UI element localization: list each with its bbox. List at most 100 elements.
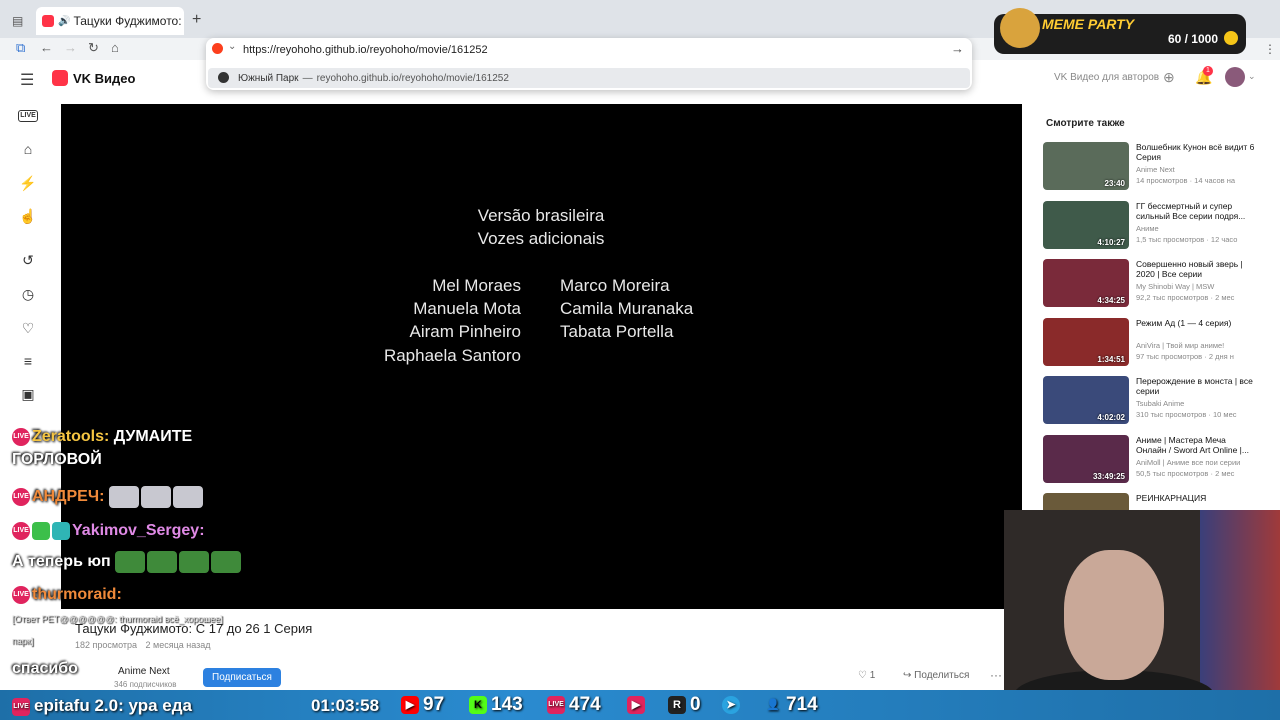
pepe-emote-icon bbox=[179, 551, 210, 573]
share-icon: ↪ bbox=[903, 670, 912, 681]
forward-icon[interactable]: → bbox=[64, 40, 77, 55]
chevron-down-icon[interactable]: ⌄ bbox=[228, 41, 236, 52]
lightning-icon[interactable]: ⚡ bbox=[18, 175, 38, 192]
video-date: 2 месяца назад bbox=[145, 640, 211, 650]
credit-right-2: Camila Muranaka bbox=[560, 299, 694, 318]
chat-nick: Zeratools: bbox=[32, 428, 110, 446]
url-input[interactable]: https://reyohoho.github.io/reyohoho/movi… bbox=[243, 44, 488, 56]
live-badge-icon: LIVE bbox=[12, 522, 30, 540]
suggestion-url: reyohoho.github.io/reyohoho/movie/161252 bbox=[316, 72, 509, 84]
doge-icon bbox=[1000, 8, 1040, 48]
ticker-text: ура еда bbox=[128, 696, 192, 715]
chat-reply: [Ответ PET@@@@@@: thurmoraid всё_хорошее… bbox=[12, 614, 223, 624]
like-button[interactable]: ♡ 1 bbox=[858, 670, 875, 681]
video-player[interactable]: Versão brasileira Vozes adicionais Mel M… bbox=[61, 104, 1022, 609]
video-meta: 182 просмотра 2 месяца назад bbox=[75, 640, 211, 650]
badge-icon bbox=[32, 522, 50, 540]
like-count: 1 bbox=[869, 670, 876, 681]
recommendation-title[interactable]: Аниме | Мастера Меча Онлайн / Sword Art … bbox=[1136, 435, 1256, 455]
chat-line: LIVE thurmoraid: bbox=[12, 586, 122, 604]
more-icon[interactable]: ··· bbox=[990, 668, 1002, 682]
recommendation-item[interactable]: 4:10:27 ГГ бессмертный и супер сильный Вс… bbox=[1043, 200, 1258, 251]
browser-tab[interactable]: 🔊 Тацуки Фуджимото: С 17 д ✕ bbox=[36, 7, 184, 35]
add-video-icon[interactable]: ⊕ bbox=[1163, 69, 1175, 86]
total-viewers: 👤 714 bbox=[764, 694, 818, 716]
video-duration: 23:40 bbox=[1104, 179, 1125, 188]
recommendation-title[interactable]: РЕИНКАРНАЦИЯ bbox=[1136, 493, 1256, 503]
home-icon[interactable]: ⌂ bbox=[18, 141, 38, 157]
heart-icon[interactable]: ♡ bbox=[18, 320, 38, 337]
vkvideo-icon: ▶ bbox=[627, 695, 645, 714]
menu-icon[interactable]: ☰ bbox=[20, 70, 34, 90]
watch-later-icon[interactable]: ◷ bbox=[18, 286, 38, 303]
speaker-icon[interactable]: 🔊 bbox=[58, 16, 70, 27]
credit-left-4: Raphaela Santoro bbox=[383, 346, 521, 365]
avatar-chevron-icon[interactable]: ⌄ bbox=[1248, 71, 1256, 82]
streamer-face bbox=[1064, 550, 1164, 680]
sidebar-toggle-icon[interactable]: ▤ bbox=[12, 14, 23, 28]
home-icon[interactable]: ⌂ bbox=[111, 40, 119, 55]
recommendation-meta: 1,5 тыс просмотров · 12 часо bbox=[1136, 234, 1238, 244]
chat-line: LIVE АНДРЕЧ: bbox=[12, 486, 205, 508]
playlist-icon[interactable]: ≡ bbox=[18, 353, 38, 369]
meme-party-title: MEME PARTY bbox=[1042, 16, 1135, 32]
pepe-emote-icon bbox=[115, 551, 146, 573]
recommendation-item[interactable]: 1:34:51 Режим Ад (1 — 4 серия) AniVira | Т… bbox=[1043, 317, 1258, 368]
github-icon bbox=[218, 72, 229, 83]
youtube-icon: ▶ bbox=[401, 695, 419, 714]
live-badge-icon: LIVE bbox=[12, 697, 30, 716]
recommendation-meta: 92,2 тыс просмотров · 2 мес bbox=[1136, 293, 1235, 302]
collections-icon[interactable]: ⧉ bbox=[16, 40, 25, 56]
history-icon[interactable]: ↺ bbox=[18, 252, 38, 269]
recommendation-channel[interactable]: AniVira | Твой мир аниме! bbox=[1136, 341, 1256, 350]
clips-icon[interactable]: ☝ bbox=[18, 208, 38, 225]
recommendation-channel[interactable]: My Shinobi Way | MSW bbox=[1136, 282, 1256, 291]
recommendation-channel[interactable]: AniMoll | Аниме все пои серии bbox=[1136, 458, 1256, 467]
vk-video-logo-text[interactable]: VK Видео bbox=[73, 71, 135, 86]
pepe-emote-icon bbox=[147, 551, 178, 573]
recommendation-title[interactable]: Перерождение в монста | все серии bbox=[1136, 376, 1256, 396]
address-suggestion[interactable]: Южный Парк — reyohoho.github.io/reyohoho… bbox=[208, 68, 970, 88]
recommendation-channel[interactable]: Tsubaki Anime bbox=[1136, 399, 1256, 408]
recommendation-title[interactable]: Совершенно новый зверь | 2020 | Все сери… bbox=[1136, 259, 1256, 279]
go-arrow-icon[interactable]: → bbox=[951, 41, 964, 56]
recommendation-item[interactable]: 23:40 Волшебник Кунон всё видит 6 Серия An… bbox=[1043, 142, 1258, 192]
flag-background bbox=[1200, 510, 1280, 720]
recommendation-channel[interactable]: Аниме bbox=[1136, 224, 1256, 233]
recommendation-channel[interactable]: Anime Next bbox=[1136, 165, 1256, 174]
channel-name[interactable]: Anime Next bbox=[118, 666, 170, 677]
window-menu-icon[interactable]: ⋮ bbox=[1264, 42, 1276, 56]
recommendation-title[interactable]: Волшебник Кунон всё видит 6 Серия bbox=[1136, 142, 1256, 162]
recommendation-item[interactable]: 4:02:02 Перерождение в монста | все серии… bbox=[1043, 376, 1258, 426]
vklive-viewers: LIVE 474 bbox=[547, 694, 601, 716]
sidebar-item-live[interactable]: LIVE bbox=[18, 110, 38, 122]
new-tab-button[interactable]: + bbox=[192, 11, 201, 29]
subscribe-button[interactable]: Подписаться bbox=[203, 668, 281, 687]
video-duration: 4:10:27 bbox=[1097, 237, 1125, 247]
chat-text: ДУМАИТЕ bbox=[113, 428, 193, 446]
my-videos-icon[interactable]: ▣ bbox=[18, 386, 38, 403]
chat-line: LIVE Zeratools: ДУМАИТЕ bbox=[12, 428, 192, 446]
share-button[interactable]: ↪ Поделиться bbox=[903, 670, 969, 681]
avatar[interactable] bbox=[1225, 67, 1245, 87]
chat-line: А теперь юп bbox=[12, 551, 243, 573]
chat-line: ГОРЛОВОЙ bbox=[12, 451, 102, 468]
kick-icon: K bbox=[469, 695, 487, 714]
recommendation-title[interactable]: Режим Ад (1 — 4 серия) bbox=[1136, 318, 1256, 328]
authors-link[interactable]: VK Видео для авторов bbox=[1054, 72, 1159, 83]
credits-heading-1: Versão brasileira bbox=[477, 206, 605, 225]
recommendation-title[interactable]: ГГ бессмертный и супер сильный Все серии… bbox=[1136, 201, 1256, 221]
recommendation-item[interactable]: 33:49:25 Аниме | Мастера Меча Онлайн / Sw… bbox=[1043, 434, 1258, 485]
chat-nick: АНДРЕЧ: bbox=[32, 488, 105, 506]
vk-video-logo-icon[interactable] bbox=[52, 70, 68, 86]
recommendation-meta: 14 просмотров · 14 часов на bbox=[1136, 176, 1236, 185]
credit-left-1: Mel Moraes bbox=[432, 276, 521, 295]
reload-icon[interactable]: ↻ bbox=[88, 40, 99, 56]
address-bar[interactable]: ⌄ https://reyohoho.github.io/reyohoho/mo… bbox=[206, 38, 972, 90]
back-icon[interactable]: ← bbox=[40, 40, 53, 55]
recommendation-item[interactable]: 4:34:25 Совершенно новый зверь | 2020 | В… bbox=[1043, 259, 1258, 309]
recommendation-meta: 97 тыс просмотров · 2 дня н bbox=[1136, 351, 1234, 361]
chat-nick: Yakimov_Sergey: bbox=[72, 522, 205, 540]
chat-text: А теперь юп bbox=[12, 553, 111, 571]
credit-right-1: Marco Moreira bbox=[560, 276, 670, 295]
